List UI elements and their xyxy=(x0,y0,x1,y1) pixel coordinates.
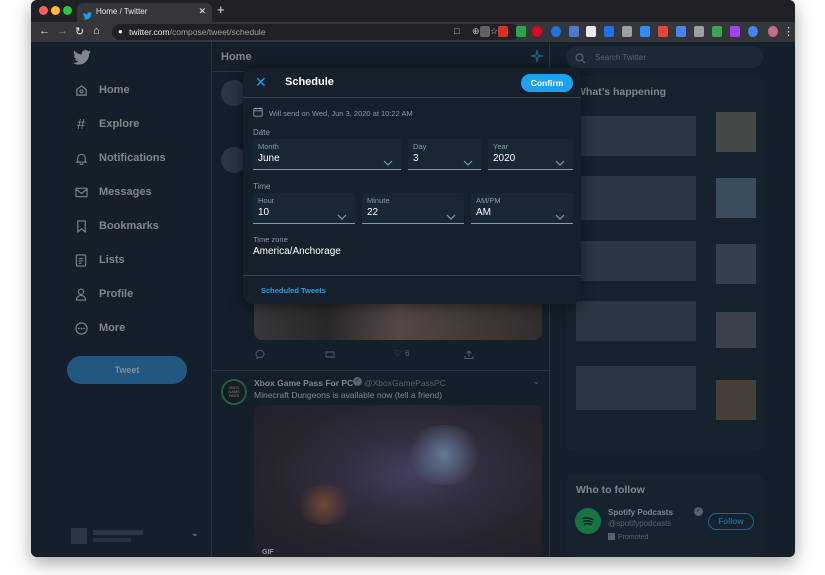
time-section-label: Time xyxy=(253,182,271,191)
browser-tab[interactable]: Home / Twitter ✕ xyxy=(77,3,212,22)
chevron-down-icon xyxy=(463,153,473,171)
hour-select[interactable]: Hour 10 xyxy=(253,193,355,224)
extension-icon[interactable] xyxy=(551,26,561,37)
close-icon[interactable]: ✕ xyxy=(255,74,267,91)
browser-tab-bar: Home / Twitter ✕ + xyxy=(31,0,795,22)
calendar-icon xyxy=(253,104,263,122)
chevron-down-icon xyxy=(555,153,565,171)
minute-label: Minute xyxy=(367,196,390,205)
url-text: twitter.com/compose/tweet/schedule xyxy=(129,27,266,37)
reload-icon[interactable]: ↻ xyxy=(75,25,84,38)
pinterest-icon[interactable] xyxy=(532,26,542,37)
ampm-select[interactable]: AM/PM AM xyxy=(471,193,573,224)
url-host: twitter.com xyxy=(129,27,170,37)
new-tab-button[interactable]: + xyxy=(217,3,225,17)
share-icon[interactable]: □ xyxy=(454,26,459,36)
pocket-icon[interactable] xyxy=(480,26,490,37)
extension-icon[interactable] xyxy=(604,26,614,37)
dialog-footer: Scheduled Tweets xyxy=(243,275,581,304)
extension-icon[interactable] xyxy=(586,26,596,37)
dialog-title: Schedule xyxy=(285,76,334,88)
forward-icon[interactable]: → xyxy=(57,25,68,37)
send-info-text: Will send on Wed, Jun 3, 2020 at 10:22 A… xyxy=(269,108,413,118)
extension-icon[interactable] xyxy=(658,26,668,37)
browser-toolbar: ← → ↻ ⌂ ● twitter.com/compose/tweet/sche… xyxy=(31,22,795,42)
chevron-down-icon xyxy=(446,207,456,225)
home-page-icon[interactable]: ⌂ xyxy=(93,25,100,37)
year-select[interactable]: Year 2020 xyxy=(488,139,573,170)
extension-icon[interactable] xyxy=(748,26,758,37)
ampm-value: AM xyxy=(476,207,491,218)
hour-label: Hour xyxy=(258,196,275,205)
extension-icon[interactable] xyxy=(712,26,722,37)
date-section-label: Date xyxy=(253,128,270,137)
maximize-window-button[interactable] xyxy=(63,6,72,15)
month-label: Month xyxy=(258,142,279,151)
extension-icon[interactable] xyxy=(676,26,686,37)
month-select[interactable]: Month June xyxy=(253,139,401,170)
minute-select[interactable]: Minute 22 xyxy=(362,193,464,224)
lock-icon: ● xyxy=(118,27,123,36)
schedule-dialog: ✕ Schedule Confirm Will send on Wed, Jun… xyxy=(243,68,581,304)
dialog-header: ✕ Schedule Confirm xyxy=(243,68,581,98)
extension-icon[interactable] xyxy=(694,26,704,37)
day-label: Day xyxy=(413,142,427,151)
confirm-button[interactable]: Confirm xyxy=(521,74,573,92)
zoom-icon[interactable] xyxy=(640,26,650,37)
month-value: June xyxy=(258,153,280,164)
timezone-label: Time zone xyxy=(253,235,288,244)
tab-close-icon[interactable]: ✕ xyxy=(198,6,206,17)
address-bar[interactable]: ● twitter.com/compose/tweet/schedule □ ⊕… xyxy=(112,24,520,40)
send-info: Will send on Wed, Jun 3, 2020 at 10:22 A… xyxy=(253,104,413,122)
url-path: /compose/tweet/schedule xyxy=(169,27,266,37)
chevron-down-icon xyxy=(383,153,393,171)
scheduled-tweets-link[interactable]: Scheduled Tweets xyxy=(261,286,326,295)
minute-value: 22 xyxy=(367,207,379,218)
year-value: 2020 xyxy=(493,153,516,164)
back-icon[interactable]: ← xyxy=(39,25,50,37)
year-label: Year xyxy=(493,142,509,151)
extension-icon[interactable] xyxy=(498,26,508,37)
extension-icon[interactable] xyxy=(569,26,579,37)
hour-value: 10 xyxy=(258,207,270,218)
profile-avatar[interactable] xyxy=(768,26,778,37)
minimize-window-button[interactable] xyxy=(51,6,60,15)
chevron-down-icon xyxy=(555,207,565,225)
timezone-value: America/Anchorage xyxy=(253,246,341,257)
add-icon[interactable]: ⊕ xyxy=(472,26,480,37)
day-value: 3 xyxy=(413,153,419,164)
ampm-label: AM/PM xyxy=(476,196,501,205)
star-icon[interactable]: ☆ xyxy=(490,26,498,37)
browser-window: Home / Twitter ✕ + ← → ↻ ⌂ ● twitter.com… xyxy=(31,0,795,557)
close-window-button[interactable] xyxy=(39,6,48,15)
chevron-down-icon xyxy=(337,207,347,225)
extension-icon[interactable] xyxy=(730,26,740,37)
day-select[interactable]: Day 3 xyxy=(408,139,481,170)
extension-icon[interactable] xyxy=(622,26,632,37)
tab-title: Home / Twitter xyxy=(96,7,148,16)
extension-icon[interactable] xyxy=(516,26,526,37)
menu-icon[interactable]: ⋮ xyxy=(783,25,794,38)
